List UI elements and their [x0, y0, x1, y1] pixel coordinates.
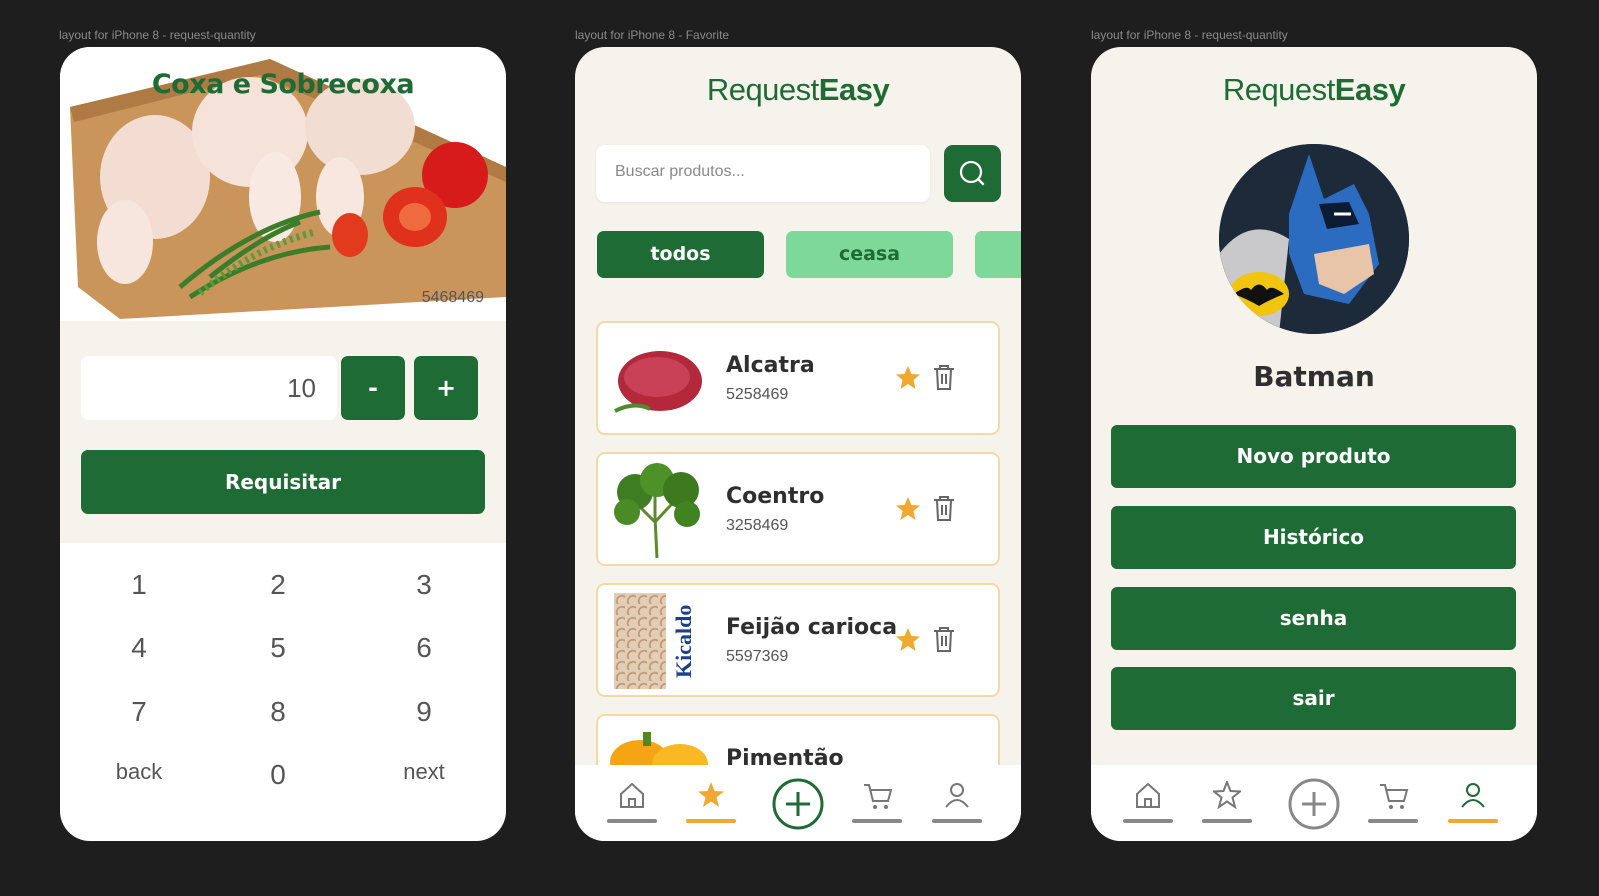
brand-logo: RequestEasy [706, 72, 890, 107]
tab-profile[interactable] [932, 765, 982, 841]
product-card[interactable]: Coentro 3258469 [596, 452, 1000, 566]
trash-icon[interactable] [931, 494, 957, 522]
tab-profile[interactable] [1448, 765, 1498, 841]
product-hero: Coxa e Sobrecoxa 5468469 [60, 47, 506, 321]
keypad-key-8[interactable]: 8 [228, 696, 328, 728]
keypad-key-4[interactable]: 4 [89, 632, 189, 664]
tab-home[interactable] [607, 765, 657, 841]
product-code: 5468469 [421, 289, 484, 306]
add-icon[interactable] [1287, 777, 1341, 831]
star-icon[interactable] [895, 627, 921, 653]
keypad-next-key[interactable]: next [374, 759, 474, 785]
tab-favorites[interactable] [1202, 765, 1252, 841]
keypad-key-2[interactable]: 2 [228, 569, 328, 601]
user-name: Batman [1253, 360, 1375, 393]
new-product-button[interactable]: Novo produto [1111, 425, 1516, 488]
history-button[interactable]: Histórico [1111, 506, 1516, 569]
profile-screen: RequestEasy Batman Novo produto Históric… [1091, 47, 1537, 841]
favorites-screen: RequestEasy Buscar produtos... todos cea… [575, 47, 1021, 841]
keypad-key-1[interactable]: 1 [89, 569, 189, 601]
product-card[interactable]: Alcatra 5258469 [596, 321, 1000, 435]
request-quantity-screen: Coxa e Sobrecoxa 5468469 10 - + Requisit… [60, 47, 506, 841]
cart-icon [1380, 784, 1409, 809]
frame-label: layout for iPhone 8 - request-quantity [1091, 28, 1288, 42]
home-icon [1136, 782, 1160, 808]
home-icon [620, 782, 644, 808]
filter-chip-todos[interactable]: todos [597, 231, 764, 278]
product-code: 5597369 [726, 648, 789, 665]
tab-bar [575, 765, 1021, 841]
keypad-key-0[interactable]: 0 [228, 759, 328, 791]
quantity-input[interactable]: 10 [81, 356, 337, 420]
product-code: 5258469 [726, 386, 789, 403]
trash-icon[interactable] [931, 363, 957, 391]
trash-icon[interactable] [931, 625, 957, 653]
search-input[interactable]: Buscar produtos... [596, 145, 930, 202]
quantity-panel: 10 - + Requisitar [60, 321, 506, 543]
tab-cart[interactable] [852, 765, 902, 841]
frame-label: layout for iPhone 8 - request-quantity [59, 28, 256, 42]
filter-chip-ceasa[interactable]: ceasa [786, 231, 953, 278]
star-icon[interactable] [895, 496, 921, 522]
search-button[interactable] [944, 145, 1001, 202]
brand-logo: RequestEasy [1222, 72, 1406, 107]
keypad-key-7[interactable]: 7 [89, 696, 189, 728]
user-icon [1461, 783, 1485, 808]
avatar-image [1219, 144, 1409, 334]
tab-favorites[interactable] [686, 765, 736, 841]
search-icon [959, 160, 985, 186]
logout-button[interactable]: sair [1111, 667, 1516, 730]
product-thumbnail: Kicaldo [614, 593, 702, 689]
frame-label: layout for iPhone 8 - Favorite [575, 28, 730, 42]
product-card[interactable]: Kicaldo Feijão carioca 5597369 [596, 583, 1000, 697]
filter-chip-more[interactable] [975, 231, 1021, 278]
keypad-back-key[interactable]: back [89, 759, 189, 785]
product-thumbnail [614, 463, 700, 558]
tab-cart[interactable] [1368, 765, 1418, 841]
tab-bar [1091, 765, 1537, 841]
product-name: Feijão carioca [726, 615, 898, 640]
product-brand-text: Kicaldo [666, 593, 702, 689]
decrement-button[interactable]: - [341, 356, 405, 420]
star-outline-icon [1213, 781, 1241, 809]
keypad-key-3[interactable]: 3 [374, 569, 474, 601]
star-icon[interactable] [895, 365, 921, 391]
tab-home[interactable] [1123, 765, 1173, 841]
product-code: 3258469 [726, 517, 789, 534]
keypad-key-6[interactable]: 6 [374, 632, 474, 664]
user-icon [945, 783, 969, 808]
password-button[interactable]: senha [1111, 587, 1516, 650]
add-icon[interactable] [771, 777, 825, 831]
request-button[interactable]: Requisitar [81, 450, 485, 514]
avatar [1219, 144, 1409, 334]
keypad-key-5[interactable]: 5 [228, 632, 328, 664]
product-title: Coxa e Sobrecoxa [151, 69, 415, 100]
product-name: Coentro [726, 484, 825, 509]
cart-icon [864, 784, 893, 809]
product-name: Alcatra [726, 353, 815, 378]
keypad-key-9[interactable]: 9 [374, 696, 474, 728]
star-icon [698, 782, 724, 807]
product-thumbnail [614, 351, 702, 413]
increment-button[interactable]: + [414, 356, 478, 420]
